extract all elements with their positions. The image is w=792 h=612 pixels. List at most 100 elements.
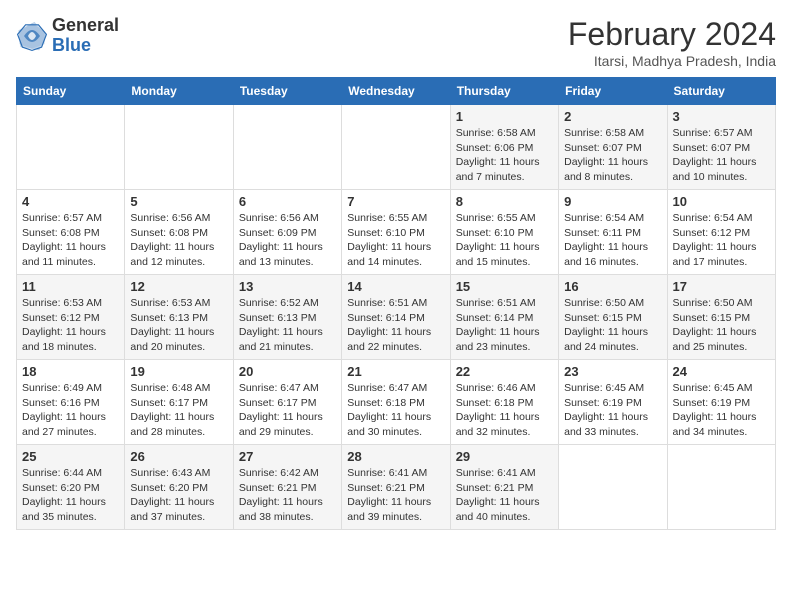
calendar-cell: 20Sunrise: 6:47 AMSunset: 6:17 PMDayligh…	[233, 360, 341, 445]
day-number: 26	[130, 449, 227, 464]
day-number: 3	[673, 109, 770, 124]
day-header-monday: Monday	[125, 78, 233, 105]
month-title: February 2024	[568, 16, 776, 53]
day-info: Sunrise: 6:53 AMSunset: 6:13 PMDaylight:…	[130, 296, 227, 355]
day-info: Sunrise: 6:54 AMSunset: 6:12 PMDaylight:…	[673, 211, 770, 270]
day-info: Sunrise: 6:53 AMSunset: 6:12 PMDaylight:…	[22, 296, 119, 355]
day-number: 5	[130, 194, 227, 209]
logo-general-text: General	[52, 15, 119, 35]
day-info: Sunrise: 6:50 AMSunset: 6:15 PMDaylight:…	[673, 296, 770, 355]
day-number: 16	[564, 279, 661, 294]
calendar-cell	[667, 445, 775, 530]
calendar-cell: 5 Sunrise: 6:56 AMSunset: 6:08 PMDaylight…	[125, 190, 233, 275]
calendar-cell	[559, 445, 667, 530]
day-info: Sunrise: 6:44 AMSunset: 6:20 PMDaylight:…	[22, 466, 119, 525]
calendar-cell: 16 Sunrise: 6:50 AMSunset: 6:15 PMDayligh…	[559, 275, 667, 360]
day-header-wednesday: Wednesday	[342, 78, 450, 105]
calendar-cell: 13 Sunrise: 6:52 AMSunset: 6:13 PMDayligh…	[233, 275, 341, 360]
calendar-week-row: 25 Sunrise: 6:44 AMSunset: 6:20 PMDayligh…	[17, 445, 776, 530]
day-number: 9	[564, 194, 661, 209]
day-info: Sunrise: 6:46 AMSunset: 6:18 PMDaylight:…	[456, 381, 553, 440]
calendar-cell: 22 Sunrise: 6:46 AMSunset: 6:18 PMDayligh…	[450, 360, 558, 445]
calendar-cell: 11 Sunrise: 6:53 AMSunset: 6:12 PMDayligh…	[17, 275, 125, 360]
calendar-cell	[342, 105, 450, 190]
logo: General Blue	[16, 16, 119, 56]
day-number: 27	[239, 449, 336, 464]
day-info: Sunrise: 6:48 AMSunset: 6:17 PMDaylight:…	[130, 381, 227, 440]
calendar-cell: 8 Sunrise: 6:55 AMSunset: 6:10 PMDaylight…	[450, 190, 558, 275]
calendar-cell: 4Sunrise: 6:57 AMSunset: 6:08 PMDaylight…	[17, 190, 125, 275]
day-number: 6	[239, 194, 336, 209]
day-number: 8	[456, 194, 553, 209]
logo-icon	[16, 20, 48, 52]
calendar-cell: 29 Sunrise: 6:41 AMSunset: 6:21 PMDayligh…	[450, 445, 558, 530]
calendar-cell: 24Sunrise: 6:45 AMSunset: 6:19 PMDayligh…	[667, 360, 775, 445]
day-number: 22	[456, 364, 553, 379]
location-text: Itarsi, Madhya Pradesh, India	[568, 53, 776, 69]
day-number: 10	[673, 194, 770, 209]
calendar-week-row: 18Sunrise: 6:49 AMSunset: 6:16 PMDayligh…	[17, 360, 776, 445]
day-info: Sunrise: 6:58 AMSunset: 6:06 PMDaylight:…	[456, 126, 553, 185]
day-info: Sunrise: 6:58 AMSunset: 6:07 PMDaylight:…	[564, 126, 661, 185]
day-info: Sunrise: 6:52 AMSunset: 6:13 PMDaylight:…	[239, 296, 336, 355]
day-number: 19	[130, 364, 227, 379]
day-info: Sunrise: 6:57 AMSunset: 6:07 PMDaylight:…	[673, 126, 770, 185]
day-number: 14	[347, 279, 444, 294]
calendar-header-row: SundayMondayTuesdayWednesdayThursdayFrid…	[17, 78, 776, 105]
day-info: Sunrise: 6:55 AMSunset: 6:10 PMDaylight:…	[456, 211, 553, 270]
day-info: Sunrise: 6:47 AMSunset: 6:17 PMDaylight:…	[239, 381, 336, 440]
day-info: Sunrise: 6:42 AMSunset: 6:21 PMDaylight:…	[239, 466, 336, 525]
calendar-cell: 26 Sunrise: 6:43 AMSunset: 6:20 PMDayligh…	[125, 445, 233, 530]
calendar-cell: 23 Sunrise: 6:45 AMSunset: 6:19 PMDayligh…	[559, 360, 667, 445]
day-info: Sunrise: 6:45 AMSunset: 6:19 PMDaylight:…	[564, 381, 661, 440]
calendar-cell: 21Sunrise: 6:47 AMSunset: 6:18 PMDayligh…	[342, 360, 450, 445]
calendar-week-row: 1 Sunrise: 6:58 AMSunset: 6:06 PMDaylight…	[17, 105, 776, 190]
calendar-cell: 25 Sunrise: 6:44 AMSunset: 6:20 PMDayligh…	[17, 445, 125, 530]
day-number: 29	[456, 449, 553, 464]
calendar-cell: 12 Sunrise: 6:53 AMSunset: 6:13 PMDayligh…	[125, 275, 233, 360]
day-number: 13	[239, 279, 336, 294]
day-header-friday: Friday	[559, 78, 667, 105]
day-number: 25	[22, 449, 119, 464]
calendar-cell: 7Sunrise: 6:55 AMSunset: 6:10 PMDaylight…	[342, 190, 450, 275]
calendar-table: SundayMondayTuesdayWednesdayThursdayFrid…	[16, 77, 776, 530]
day-number: 4	[22, 194, 119, 209]
day-info: Sunrise: 6:51 AMSunset: 6:14 PMDaylight:…	[347, 296, 444, 355]
calendar-cell: 19 Sunrise: 6:48 AMSunset: 6:17 PMDayligh…	[125, 360, 233, 445]
day-header-saturday: Saturday	[667, 78, 775, 105]
day-number: 17	[673, 279, 770, 294]
day-header-thursday: Thursday	[450, 78, 558, 105]
day-info: Sunrise: 6:50 AMSunset: 6:15 PMDaylight:…	[564, 296, 661, 355]
day-number: 7	[347, 194, 444, 209]
calendar-cell: 14 Sunrise: 6:51 AMSunset: 6:14 PMDayligh…	[342, 275, 450, 360]
day-number: 11	[22, 279, 119, 294]
day-number: 15	[456, 279, 553, 294]
calendar-cell: 27 Sunrise: 6:42 AMSunset: 6:21 PMDayligh…	[233, 445, 341, 530]
day-header-tuesday: Tuesday	[233, 78, 341, 105]
calendar-cell	[125, 105, 233, 190]
calendar-cell: 18Sunrise: 6:49 AMSunset: 6:16 PMDayligh…	[17, 360, 125, 445]
logo-text: General Blue	[52, 16, 119, 56]
day-info: Sunrise: 6:41 AMSunset: 6:21 PMDaylight:…	[347, 466, 444, 525]
day-number: 28	[347, 449, 444, 464]
calendar-cell: 17 Sunrise: 6:50 AMSunset: 6:15 PMDayligh…	[667, 275, 775, 360]
day-info: Sunrise: 6:41 AMSunset: 6:21 PMDaylight:…	[456, 466, 553, 525]
day-info: Sunrise: 6:56 AMSunset: 6:08 PMDaylight:…	[130, 211, 227, 270]
calendar-cell	[17, 105, 125, 190]
day-number: 23	[564, 364, 661, 379]
day-info: Sunrise: 6:56 AMSunset: 6:09 PMDaylight:…	[239, 211, 336, 270]
day-number: 12	[130, 279, 227, 294]
day-info: Sunrise: 6:54 AMSunset: 6:11 PMDaylight:…	[564, 211, 661, 270]
day-info: Sunrise: 6:51 AMSunset: 6:14 PMDaylight:…	[456, 296, 553, 355]
calendar-cell: 6 Sunrise: 6:56 AMSunset: 6:09 PMDaylight…	[233, 190, 341, 275]
calendar-cell: 28 Sunrise: 6:41 AMSunset: 6:21 PMDayligh…	[342, 445, 450, 530]
day-number: 1	[456, 109, 553, 124]
calendar-cell: 3 Sunrise: 6:57 AMSunset: 6:07 PMDaylight…	[667, 105, 775, 190]
title-area: February 2024 Itarsi, Madhya Pradesh, In…	[568, 16, 776, 69]
calendar-week-row: 4Sunrise: 6:57 AMSunset: 6:08 PMDaylight…	[17, 190, 776, 275]
day-info: Sunrise: 6:47 AMSunset: 6:18 PMDaylight:…	[347, 381, 444, 440]
calendar-cell: 9 Sunrise: 6:54 AMSunset: 6:11 PMDaylight…	[559, 190, 667, 275]
day-number: 24	[673, 364, 770, 379]
day-info: Sunrise: 6:43 AMSunset: 6:20 PMDaylight:…	[130, 466, 227, 525]
calendar-cell: 1 Sunrise: 6:58 AMSunset: 6:06 PMDaylight…	[450, 105, 558, 190]
